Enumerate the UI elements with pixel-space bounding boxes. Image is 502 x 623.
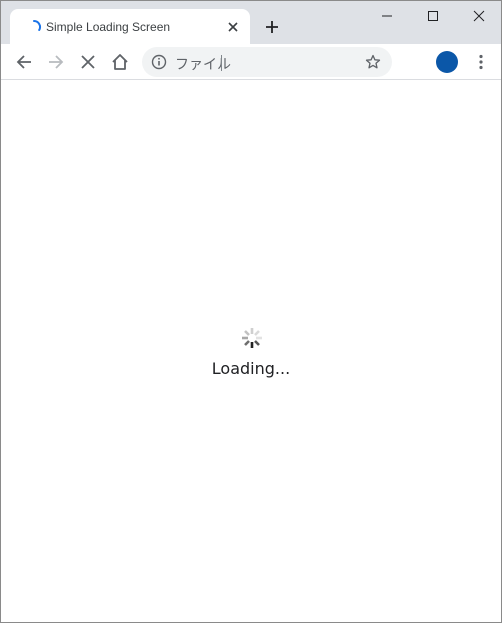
active-tab[interactable]: Simple Loading Screen bbox=[10, 9, 250, 45]
minimize-icon bbox=[382, 15, 392, 17]
forward-arrow-icon bbox=[49, 55, 64, 69]
star-icon[interactable] bbox=[364, 53, 382, 71]
stop-icon bbox=[81, 55, 95, 69]
menu-button[interactable] bbox=[471, 50, 491, 74]
close-window-button[interactable] bbox=[456, 1, 502, 31]
home-icon bbox=[112, 54, 128, 70]
home-button[interactable] bbox=[106, 48, 134, 76]
forward-button[interactable] bbox=[42, 48, 70, 76]
new-tab-button[interactable] bbox=[261, 16, 283, 38]
loading-spinner-icon bbox=[26, 19, 42, 35]
tab-strip: Simple Loading Screen bbox=[1, 1, 502, 45]
minimize-button[interactable] bbox=[364, 1, 410, 31]
maximize-button[interactable] bbox=[410, 1, 456, 31]
kebab-menu-icon bbox=[479, 54, 483, 70]
back-arrow-icon bbox=[16, 55, 31, 69]
tab-close-icon[interactable] bbox=[224, 18, 242, 36]
page-content: Loading... bbox=[1, 81, 501, 622]
stop-button[interactable] bbox=[74, 48, 102, 76]
browser-toolbar: ファイル bbox=[1, 44, 501, 80]
tab-title: Simple Loading Screen bbox=[46, 20, 171, 34]
loading-spinner-icon bbox=[240, 326, 264, 350]
text-cursor bbox=[221, 55, 222, 71]
browser-window: Simple Loading Screen ファイル Loading... bbox=[0, 0, 502, 623]
info-icon[interactable] bbox=[150, 53, 168, 71]
close-window-icon bbox=[473, 10, 485, 22]
address-bar[interactable]: ファイル bbox=[142, 47, 392, 77]
maximize-icon bbox=[428, 11, 438, 21]
avatar[interactable] bbox=[436, 51, 458, 73]
loading-text: Loading... bbox=[211, 359, 291, 378]
back-button[interactable] bbox=[10, 48, 38, 76]
address-text: ファイル bbox=[175, 57, 231, 73]
plus-icon bbox=[266, 21, 278, 33]
